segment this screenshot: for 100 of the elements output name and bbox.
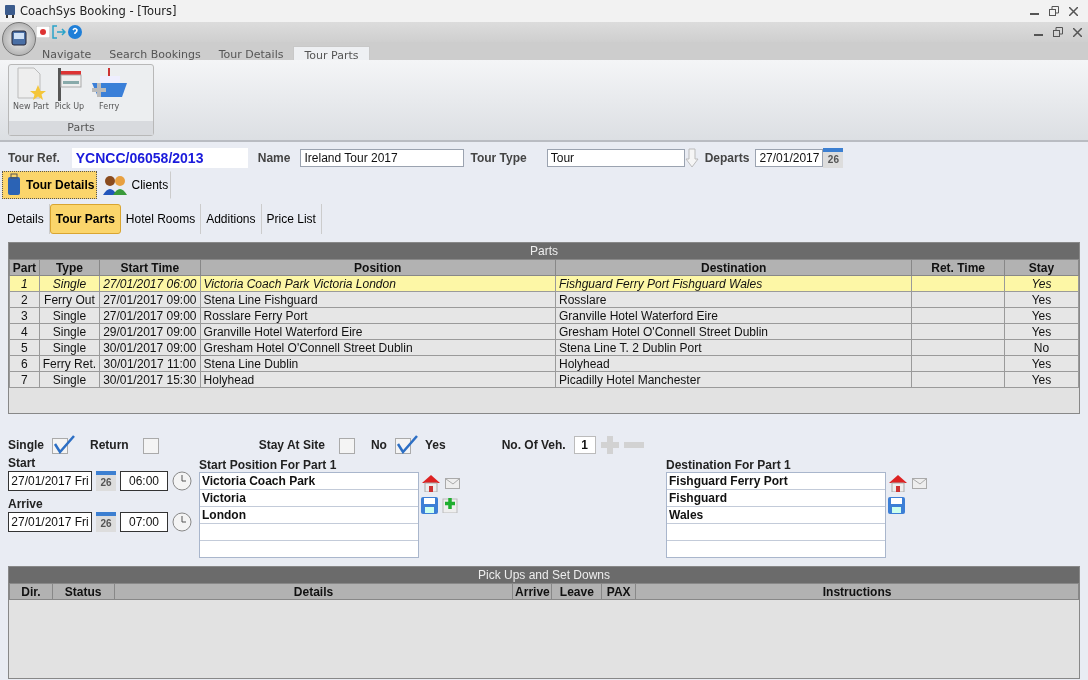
table-cell: 27/01/2017 09:00 [103,308,197,323]
checkbox-label: Return [90,438,129,452]
table-row[interactable]: 4 Single 29/01/2017 09:00 Granville Hotel Waterford Eire Gresham Hotel O'Connell Street Dublin Yes [9,323,1079,340]
application-menu-button[interactable] [2,22,36,56]
grid-title: Parts [9,243,1079,259]
help-icon[interactable] [68,25,82,39]
table-cell: Stena Line T. 2 Dublin Port [559,340,702,355]
column-header[interactable]: Leave [551,583,602,600]
calendar-button[interactable]: 26 [823,148,844,168]
table-row[interactable]: 5 Single 30/01/2017 09:00 Gresham Hotel O'Connell Street Dublin Stena Line T. 2 Dublin Port No [9,339,1079,356]
tour-ref-field[interactable]: YCNCC/06058/2013 [71,148,248,168]
grid-title: Pick Ups and Set Downs [9,567,1079,583]
column-header[interactable]: Ret. Time [911,259,1005,276]
table-cell: Yes [1031,372,1052,387]
table-row[interactable]: 2 Ferry Out 27/01/2017 09:00 Stena Line Fishguard Rosslare Yes [9,291,1079,308]
table-cell: Rosslare [559,292,607,307]
tab[interactable]: Hotel Rooms [120,204,202,234]
calendar-button[interactable]: 26 [96,512,116,532]
checkbox[interactable] [394,433,419,454]
column-header[interactable]: Stay [1004,259,1079,276]
dropdown-arrow-icon[interactable] [684,148,699,168]
tab[interactable]: Additions [201,204,262,234]
table-cell: Yes [1031,308,1052,323]
address-line: London [202,508,246,522]
checkbox[interactable] [52,433,76,454]
address-line: Wales [669,508,704,522]
exit-icon[interactable] [52,25,66,39]
date-field[interactable]: 27/01/2017 Fri [8,471,92,491]
checkbox-label: Single [8,438,44,452]
table-cell: Single [52,372,87,387]
column-header[interactable]: Start Time [99,259,201,276]
tour-type-field[interactable]: Tour [546,149,685,167]
table-cell: 1 [21,276,28,291]
house-icon[interactable] [888,474,908,492]
column-header[interactable]: Arrive [512,583,552,600]
ribbon-tab[interactable]: Search Bookings [101,46,209,60]
field-label: Tour Ref. [8,151,60,165]
tab[interactable]: Price List [261,204,322,234]
table-row[interactable]: 1 Single 27/01/2017 06:00 Victoria Coach Park Victoria London Fishguard Ferry Port Fishguard Wales Yes [9,275,1079,292]
save-icon[interactable] [421,496,438,514]
clock-icon[interactable] [172,471,192,491]
table-cell: Ferry Out [44,292,95,307]
section-label: Start Position For Part 1 [199,458,338,472]
table-row[interactable]: 3 Single 27/01/2017 09:00 Rosslare Ferry Port Granville Hotel Waterford Eire Yes [9,307,1079,324]
column-header[interactable]: Status [52,583,115,600]
tab[interactable]: Clients [99,171,172,199]
table-cell: Holyhead [203,372,255,387]
table-cell: Gresham Hotel O'Connell Street Dublin [203,340,413,355]
ribbon-button[interactable]: Ferry [88,67,131,121]
date-field[interactable]: 27/01/2017 Fri [8,512,92,532]
column-header[interactable]: Type [39,259,100,276]
clock-icon[interactable] [172,512,192,532]
tab[interactable]: Details [2,204,50,234]
checkbox-label: Stay At Site [258,438,325,452]
column-header[interactable]: Part [9,259,40,276]
ribbon-tab[interactable]: Navigate [34,46,100,60]
column-header[interactable]: Position [200,259,556,276]
column-header[interactable]: Instructions [635,583,1079,600]
house-icon[interactable] [421,474,441,492]
departs-field[interactable]: 27/01/2017 [755,149,824,167]
app-icon [4,4,16,18]
time-field[interactable]: 06:00 [120,471,168,491]
column-header[interactable]: Dir. [9,583,53,600]
vehicles-field[interactable]: 1 [573,436,596,454]
calendar-button[interactable]: 26 [96,471,116,491]
table-cell: Yes [1031,324,1052,339]
restore-icon[interactable] [1053,27,1063,37]
table-cell: Granville Hotel Waterford Eire [203,324,363,339]
tab[interactable]: Tour Details [2,171,98,199]
close-icon[interactable] [1069,6,1078,16]
table-cell: Granville Hotel Waterford Eire [559,308,718,323]
table-cell: Single [52,276,87,291]
table-cell: 2 [21,292,28,307]
time-field[interactable]: 07:00 [120,512,168,532]
table-row[interactable]: 7 Single 30/01/2017 15:30 Holyhead Picadilly Hotel Manchester Yes [9,371,1079,388]
ribbon-tab[interactable]: Tour Details [210,46,292,60]
table-row[interactable]: 6 Ferry Ret. 30/01/2017 11:00 Stena Line Dublin Holyhead Yes [9,355,1079,372]
address-line: Victoria [202,491,246,505]
ribbon-button[interactable]: Pick Up [52,67,87,121]
ribbon-button[interactable]: New Part [11,67,51,121]
column-header[interactable]: Details [114,583,513,600]
table-cell: 5 [21,340,28,355]
ribbon-tab[interactable]: Tour Parts [293,46,370,60]
table-cell: Victoria Coach Park Victoria London [203,276,396,291]
people-icon [102,174,129,196]
add-icon[interactable] [442,497,458,513]
bus-stop-icon [56,67,83,101]
column-header[interactable]: Destination [555,259,912,276]
address-field[interactable]: Victoria Coach Park Victoria London [199,472,419,558]
name-field[interactable]: Ireland Tour 2017 [300,149,465,167]
tab[interactable]: Tour Parts [49,204,121,234]
window-title: CoachSys Booking - [Tours] [20,4,178,18]
table-cell: Rosslare Ferry Port [203,308,308,323]
address-field[interactable]: Fishguard Ferry Port Fishguard Wales [666,472,886,558]
table-cell: Ferry Ret. [42,356,97,371]
column-header[interactable]: PAX [601,583,636,600]
flag-icon[interactable] [36,26,50,38]
save-icon[interactable] [888,496,905,514]
close-icon[interactable] [1073,27,1082,37]
restore-icon[interactable] [1049,6,1059,16]
